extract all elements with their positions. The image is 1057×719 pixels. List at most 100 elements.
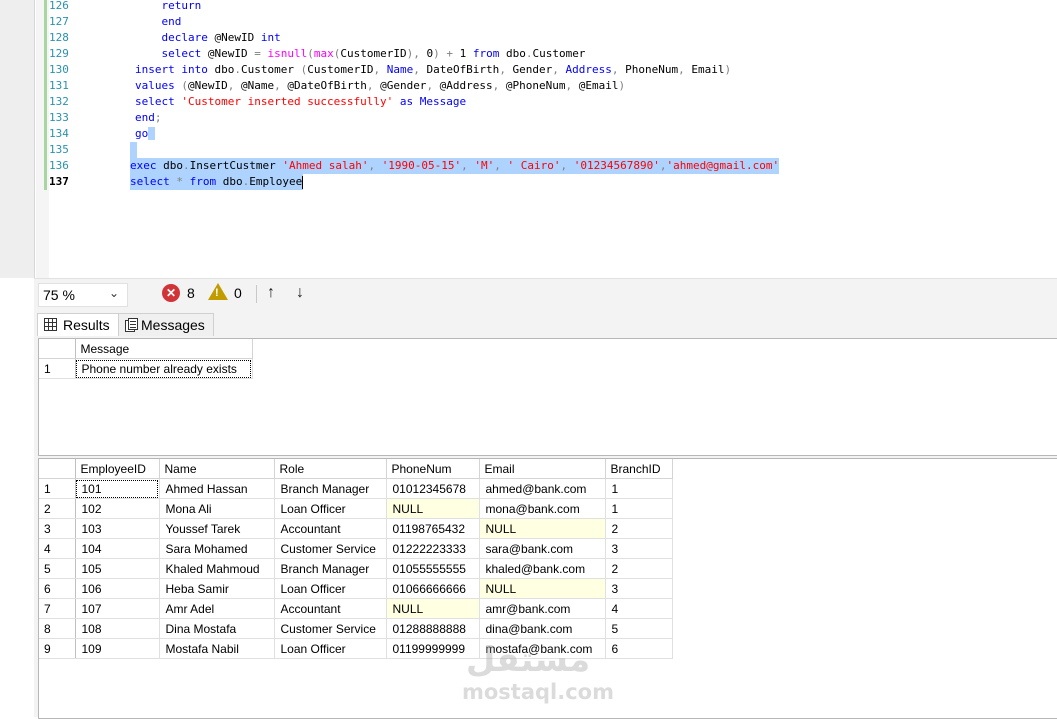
code-line[interactable]: 132 select 'Customer inserted successful… — [0, 94, 1057, 110]
table-row[interactable]: 5 105 Khaled Mahmoud Branch Manager 01055555… — [39, 558, 673, 579]
table-cell[interactable]: Ahmed Hassan — [159, 478, 275, 499]
table-cell[interactable]: Loan Officer — [274, 498, 387, 519]
row-number-header[interactable] — [39, 459, 76, 479]
row-number[interactable]: 5 — [39, 558, 76, 579]
table-row[interactable]: 3 103 Youssef Tarek Accountant 01198765432 NU… — [39, 518, 673, 539]
code-line[interactable]: 126 return — [0, 0, 1057, 14]
table-cell[interactable]: Mostafa Nabil — [159, 638, 275, 659]
code-text[interactable]: return — [82, 0, 201, 14]
table-cell[interactable]: 108 — [75, 618, 160, 639]
table-cell[interactable]: Accountant — [274, 518, 387, 539]
code-line[interactable]: 128 declare @NewID int — [0, 30, 1057, 46]
error-count[interactable]: 8 — [187, 285, 195, 301]
column-header[interactable]: BranchID — [605, 459, 673, 479]
table-cell[interactable]: 106 — [75, 578, 160, 599]
code-text[interactable]: end — [82, 14, 181, 30]
table-cell[interactable]: Mona Ali — [159, 498, 275, 519]
table-cell[interactable]: ahmed@bank.com — [479, 478, 606, 499]
column-header[interactable]: Role — [274, 459, 387, 479]
table-cell[interactable]: Sara Mohamed — [159, 538, 275, 559]
column-header[interactable]: Name — [159, 459, 275, 479]
table-cell[interactable]: 01222223333 — [386, 538, 480, 559]
code-editor[interactable]: 126 return 127 end 128 declare @NewID int 1… — [0, 0, 1057, 278]
table-cell[interactable]: 104 — [75, 538, 160, 559]
table-cell[interactable]: 4 — [605, 598, 673, 619]
warning-icon[interactable]: ! — [208, 283, 228, 300]
row-number-header[interactable] — [39, 339, 76, 359]
row-number[interactable]: 1 — [39, 358, 76, 379]
table-cell[interactable]: Youssef Tarek — [159, 518, 275, 539]
table-cell[interactable]: NULL — [479, 578, 606, 599]
table-cell[interactable]: mona@bank.com — [479, 498, 606, 519]
table-cell[interactable]: 105 — [75, 558, 160, 579]
table-cell[interactable]: amr@bank.com — [479, 598, 606, 619]
table-row[interactable]: 2 102 Mona Ali Loan Officer NULL mona@bank.co… — [39, 498, 673, 519]
column-header[interactable]: EmployeeID — [75, 459, 160, 479]
table-cell[interactable]: 103 — [75, 518, 160, 539]
table-cell[interactable]: NULL — [479, 518, 606, 539]
previous-error-button[interactable]: ↑ — [261, 282, 281, 304]
row-number[interactable]: 6 — [39, 578, 76, 599]
table-cell[interactable]: 01288888888 — [386, 618, 480, 639]
error-icon[interactable]: ✕ — [162, 284, 180, 302]
code-line[interactable]: 129 select @NewID = isnull(max(CustomerI… — [0, 46, 1057, 62]
code-line[interactable]: 130 insert into dbo.Customer (CustomerID… — [0, 62, 1057, 78]
table-cell[interactable]: NULL — [386, 498, 480, 519]
code-line[interactable]: 135 — [0, 142, 1057, 158]
code-text[interactable]: select * from dbo.Employee — [130, 174, 304, 190]
code-text[interactable]: declare @NewID int — [82, 30, 280, 46]
table-row[interactable]: 6 106 Heba Samir Loan Officer 01066666666 NUL… — [39, 578, 673, 599]
tab-results[interactable]: Results — [37, 313, 119, 337]
table-cell[interactable]: 109 — [75, 638, 160, 659]
table-cell[interactable]: 01066666666 — [386, 578, 480, 599]
table-cell[interactable]: 101 — [75, 478, 160, 499]
code-text[interactable]: select 'Customer inserted successfully' … — [82, 94, 466, 110]
column-header[interactable]: Message — [75, 339, 253, 359]
table-cell[interactable]: 1 — [605, 478, 673, 499]
code-text[interactable]: insert into dbo.Customer (CustomerID, Na… — [82, 62, 731, 78]
table-row[interactable]: 1 101 Ahmed Hassan Branch Manager 0101234567… — [39, 478, 673, 499]
row-number[interactable]: 4 — [39, 538, 76, 559]
row-number[interactable]: 3 — [39, 518, 76, 539]
row-number[interactable]: 7 — [39, 598, 76, 619]
row-number[interactable]: 1 — [39, 478, 76, 499]
table-row[interactable]: 1 Phone number already exists — [39, 358, 253, 379]
row-number[interactable]: 9 — [39, 638, 76, 659]
table-cell[interactable]: Customer Service — [274, 618, 387, 639]
table-cell[interactable]: 6 — [605, 638, 673, 659]
tab-messages[interactable]: Messages — [118, 313, 214, 337]
code-line[interactable]: 137 select * from dbo.Employee — [0, 174, 1057, 190]
code-line[interactable]: 134 go — [0, 126, 1057, 142]
table-cell[interactable]: Amr Adel — [159, 598, 275, 619]
table-cell[interactable]: sara@bank.com — [479, 538, 606, 559]
table-cell[interactable]: Phone number already exists — [75, 358, 253, 379]
table-cell[interactable]: Customer Service — [274, 538, 387, 559]
result-grid-message[interactable]: Message 1 Phone number already exists — [38, 338, 1057, 456]
next-error-button[interactable]: ↓ — [290, 282, 310, 304]
column-header[interactable]: Email — [479, 459, 606, 479]
table-cell[interactable]: 2 — [605, 518, 673, 539]
table-cell[interactable]: Heba Samir — [159, 578, 275, 599]
table-cell[interactable]: Loan Officer — [274, 578, 387, 599]
table-cell[interactable]: 3 — [605, 538, 673, 559]
code-line[interactable]: 127 end — [0, 14, 1057, 30]
table-cell[interactable]: 107 — [75, 598, 160, 619]
warning-count[interactable]: 0 — [234, 285, 242, 301]
row-number[interactable]: 8 — [39, 618, 76, 639]
zoom-dropdown[interactable]: 75 % ⌄ — [38, 283, 128, 307]
table-row[interactable]: 4 104 Sara Mohamed Customer Service 01222223… — [39, 538, 673, 559]
code-line[interactable]: 133 end; — [0, 110, 1057, 126]
code-text[interactable]: end; — [82, 110, 162, 126]
table-cell[interactable]: 3 — [605, 578, 673, 599]
row-number[interactable]: 2 — [39, 498, 76, 519]
table-cell[interactable]: Khaled Mahmoud — [159, 558, 275, 579]
table-cell[interactable]: 2 — [605, 558, 673, 579]
table-row[interactable]: 8 108 Dina Mostafa Customer Service 01288888… — [39, 618, 673, 639]
table-cell[interactable]: Branch Manager — [274, 558, 387, 579]
table-cell[interactable]: dina@bank.com — [479, 618, 606, 639]
table-row[interactable]: 7 107 Amr Adel Accountant NULL amr@bank.com 4 — [39, 598, 673, 619]
code-text[interactable]: values (@NewID, @Name, @DateOfBirth, @Ge… — [82, 78, 625, 94]
code-text[interactable]: exec dbo.InsertCustmer 'Ahmed salah', '1… — [130, 158, 780, 174]
table-cell[interactable]: Loan Officer — [274, 638, 387, 659]
code-text[interactable]: go — [82, 126, 155, 142]
